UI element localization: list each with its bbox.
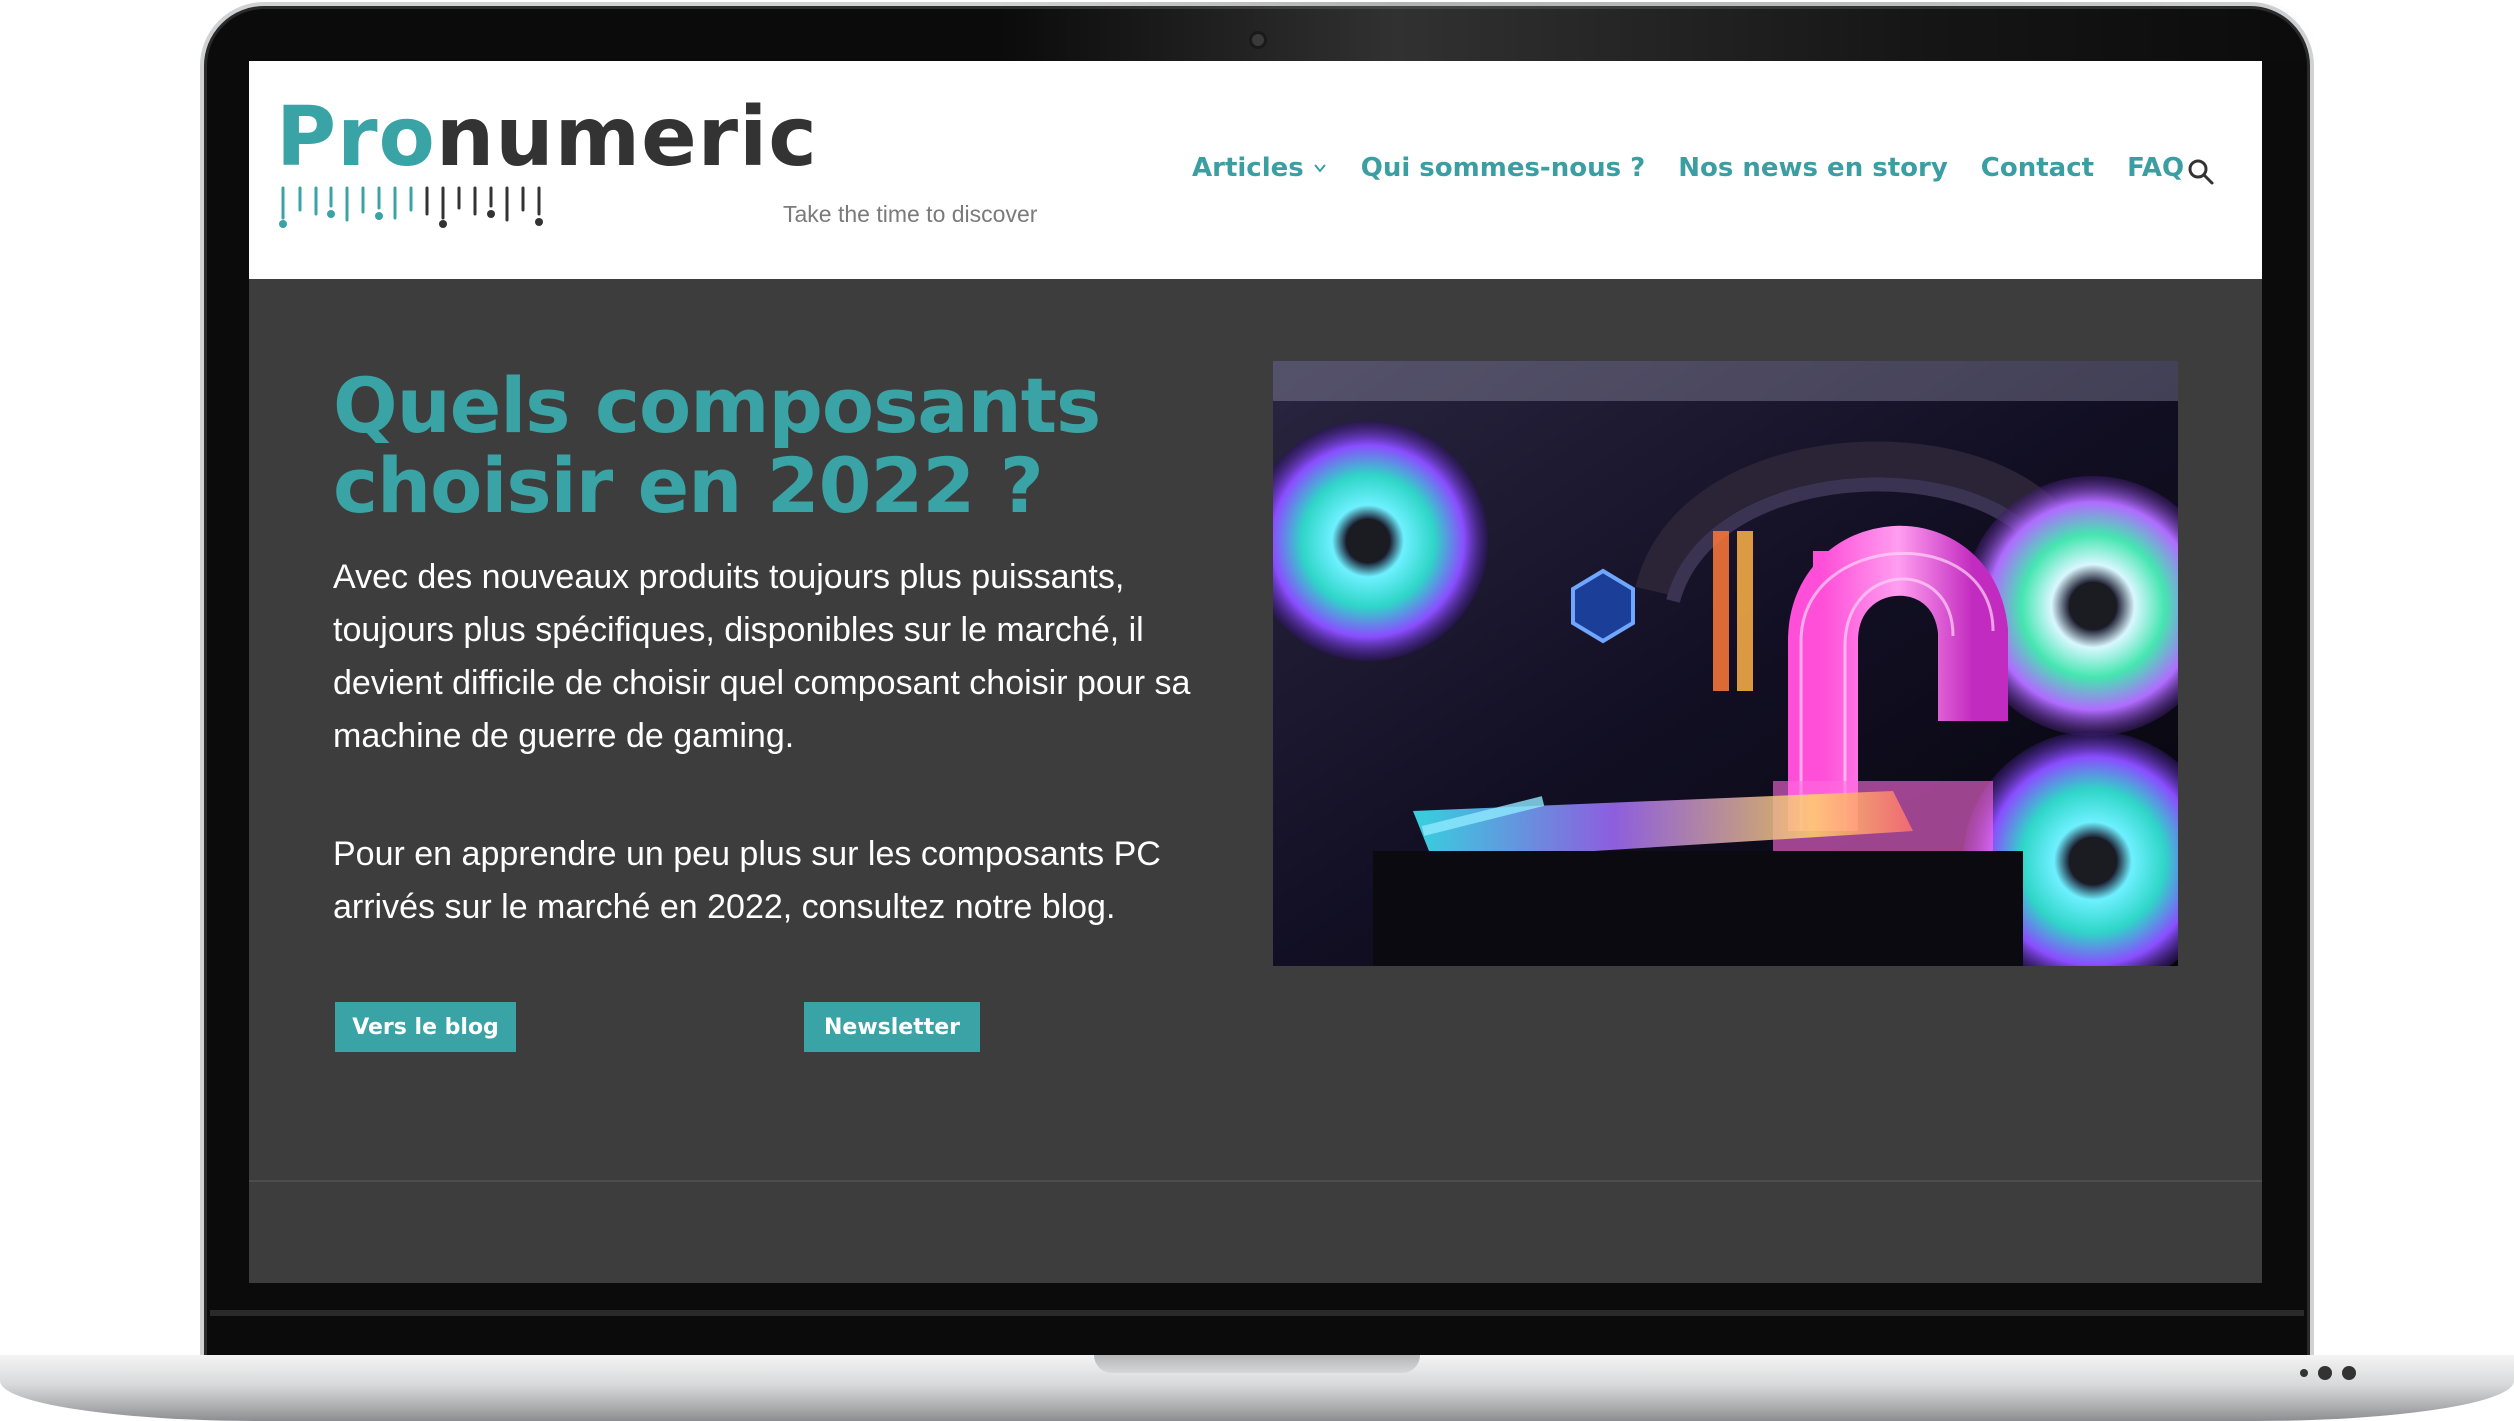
- logo-text-pro: Pro: [276, 90, 436, 185]
- nav-item-faq[interactable]: FAQ: [2127, 153, 2184, 183]
- laptop-screen-bezel: [210, 1310, 2304, 1316]
- nav-item-label: FAQ: [2127, 153, 2185, 183]
- webcam-icon: [1249, 31, 1267, 49]
- chevron-down-icon: [1313, 164, 1326, 173]
- hero-title: Quels composants choisir en 2022 ?: [333, 361, 1101, 530]
- search-icon[interactable]: [2186, 157, 2216, 187]
- site-logo[interactable]: Pronumeric: [276, 97, 818, 179]
- gaming-pc-image: [1273, 361, 2178, 966]
- nav-item-articles[interactable]: Articles: [1192, 153, 1328, 183]
- hero-paragraph-1: Avec des nouveaux produits toujours plus…: [333, 558, 1191, 755]
- nav-item-contact[interactable]: Contact: [1981, 153, 2094, 183]
- section-divider: [249, 1180, 2262, 1182]
- main-navigation: Articles Qui sommes-nous ? Nos news en s…: [1192, 153, 2217, 183]
- newsletter-button[interactable]: Newsletter: [804, 1002, 980, 1052]
- blog-button[interactable]: Vers le blog: [335, 1002, 516, 1052]
- nav-item-qui-sommes-nous[interactable]: Qui sommes-nous ?: [1361, 153, 1646, 183]
- site-header: Pronumeric Take the time to discover Art…: [249, 61, 2262, 279]
- logo-circuit-icon: [279, 186, 543, 228]
- hero-paragraph-2: Pour en apprendre un peu plus sur les co…: [333, 835, 1161, 926]
- logo-text-numeric: numeric: [435, 90, 818, 185]
- nav-item-label: Nos news en story: [1678, 153, 1948, 183]
- laptop-indicator-dots: [2300, 1366, 2356, 1380]
- nav-item-label: Qui sommes-nous ?: [1360, 153, 1646, 183]
- laptop-notch: [1094, 1355, 1420, 1373]
- site-tagline: Take the time to discover: [783, 201, 1038, 227]
- nav-item-label: Contact: [1980, 153, 2095, 183]
- nav-item-label: Articles: [1192, 153, 1304, 183]
- browser-screen: Pronumeric Take the time to discover Art…: [249, 61, 2262, 1283]
- nav-item-news-story[interactable]: Nos news en story: [1678, 153, 1948, 183]
